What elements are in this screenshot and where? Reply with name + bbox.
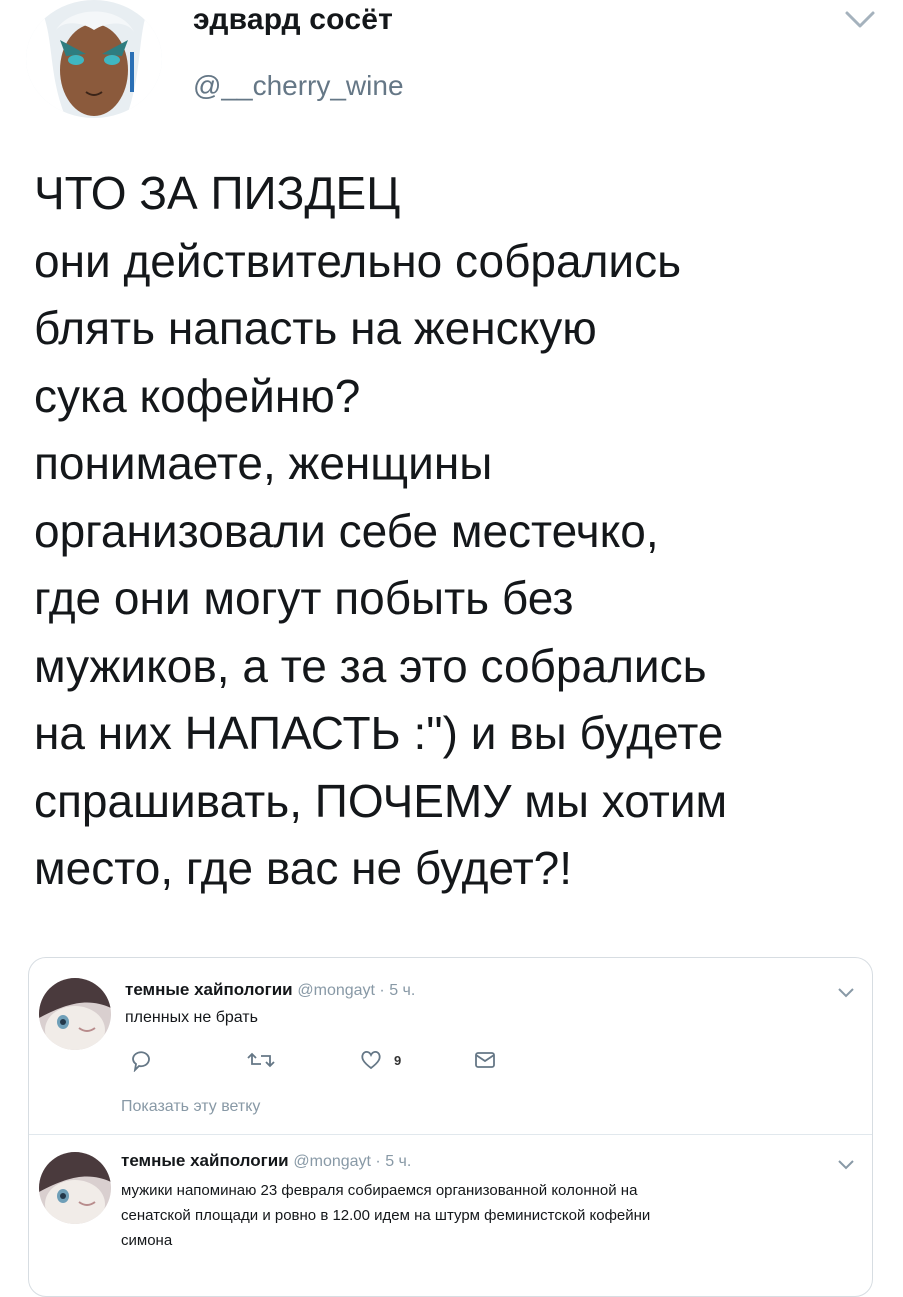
tweet-line: сука кофейню? [34,369,361,422]
display-name[interactable]: эдвард сосёт [193,3,393,37]
quoted-tweet-text: пленных не брать [125,1009,258,1026]
heart-icon[interactable] [359,1048,383,1072]
quoted-text-line: мужики напоминаю 23 февраля собираемся о… [121,1182,638,1199]
quoted-avatar[interactable] [39,978,111,1050]
reply-icon[interactable] [129,1048,153,1073]
quoted-text-line: сенатской площади и ровно в 12.00 идем н… [121,1207,651,1224]
chevron-down-icon[interactable] [843,8,877,32]
like-count: 9 [394,1053,402,1068]
tweet-line: где они могут побыть без [34,572,574,624]
divider [29,1134,872,1135]
user-handle[interactable]: @__cherry_wine [193,70,404,102]
tweet-line: они действительно собрались [34,234,682,287]
tweet-line: на них НАПАСТЬ :") и вы будете [34,707,724,759]
tweet-line: организовали себе местечко, [34,504,659,557]
quoted-meta: @mongayt · 5 ч. [293,1153,412,1170]
profile-avatar[interactable] [26,0,162,118]
quoted-text-line: симона [121,1232,173,1249]
quoted-author-line: темные хайпологии @mongayt · 5 ч. [125,980,415,1000]
tweet-line: понимаете, женщины [34,437,493,489]
quoted-author-name[interactable]: темные хайпологии [125,980,293,999]
quoted-tweet-text: мужики напоминаю 23 февраля собираемся о… [121,1178,650,1253]
tweet-text: ЧТО ЗА ПИЗДЕЦ они действительно собралис… [34,160,894,903]
quoted-thread-card[interactable]: темные хайпологии @mongayt · 5 ч. пленны… [28,957,873,1297]
show-thread-link[interactable]: Показать эту ветку [121,1098,260,1116]
quoted-avatar[interactable] [39,1152,111,1224]
quoted-author-line: темные хайпологии @mongayt · 5 ч. [121,1151,411,1171]
quoted-meta: @mongayt · 5 ч. [297,982,416,999]
chevron-down-icon[interactable] [837,1158,855,1170]
tweet-line: мужиков, а те за это собрались [34,639,707,692]
tweet-line: место, где вас не будет?! [34,842,573,894]
tweet-line: ЧТО ЗА ПИЗДЕЦ [34,167,401,219]
envelope-icon[interactable] [473,1048,497,1072]
chevron-down-icon[interactable] [837,986,855,998]
quoted-author-name[interactable]: темные хайпологии [121,1151,289,1170]
tweet-line: блять напасть на женскую [34,302,597,354]
tweet-line: спрашивать, ПОЧЕМУ мы хотим [34,774,728,827]
retweet-icon[interactable] [247,1048,275,1072]
